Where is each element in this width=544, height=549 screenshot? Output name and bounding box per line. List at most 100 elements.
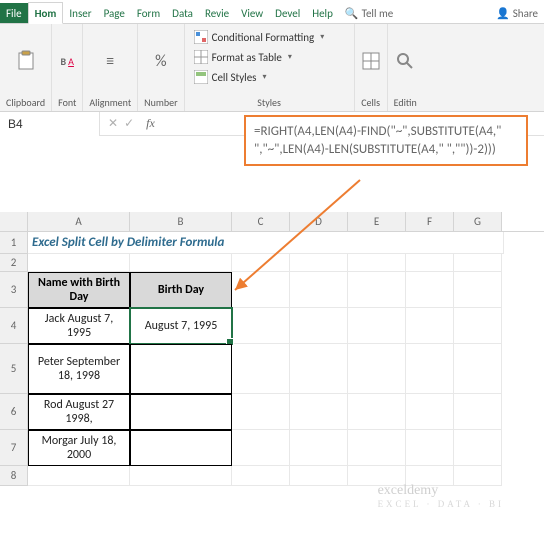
header-birthday[interactable]: Birth Day (130, 272, 232, 308)
tab-file[interactable]: File (0, 3, 28, 23)
cell-C6[interactable] (232, 394, 290, 430)
share-icon: 👤 (496, 7, 510, 20)
cell-D8[interactable] (290, 466, 348, 486)
cell-D6[interactable] (290, 394, 348, 430)
col-header-F[interactable]: F (406, 212, 454, 231)
tab-formulas[interactable]: Form (131, 3, 166, 23)
row-header-3[interactable]: 3 (0, 272, 28, 308)
cell-A7[interactable]: Morgar July 18, 2000 (28, 430, 130, 466)
format-as-table-button[interactable]: Format as Table▾ (191, 48, 348, 66)
tab-help[interactable]: Help (306, 3, 339, 23)
cell-E2[interactable] (348, 254, 406, 272)
cell-B4[interactable]: August 7, 1995 (130, 308, 232, 344)
row-header-2[interactable]: 2 (0, 254, 28, 272)
tab-home[interactable]: Hom (28, 2, 64, 24)
cell-C5[interactable] (232, 344, 290, 394)
group-cells[interactable]: Cells (355, 24, 388, 111)
cell-C4[interactable] (232, 308, 290, 344)
title-cell[interactable]: Excel Split Cell by Delimiter Formula (28, 232, 504, 254)
cell-E3[interactable] (348, 272, 406, 308)
cell-E6[interactable] (348, 394, 406, 430)
tab-view[interactable]: View (235, 3, 269, 23)
bold-icon[interactable]: B (61, 55, 67, 68)
cell-F5[interactable] (406, 344, 454, 394)
font-color-icon[interactable]: A (68, 55, 74, 68)
tab-page[interactable]: Page (98, 3, 131, 23)
select-all-corner[interactable] (0, 212, 28, 231)
cell-D5[interactable] (290, 344, 348, 394)
cell-E7[interactable] (348, 430, 406, 466)
cell-D4[interactable] (290, 308, 348, 344)
header-name-birthday[interactable]: Name with Birth Day (28, 272, 130, 308)
cell-G3[interactable] (454, 272, 502, 308)
tab-share[interactable]: 👤Share (490, 3, 544, 23)
watermark-sub: EXCEL · DATA · BI (378, 499, 504, 509)
cell-C3[interactable] (232, 272, 290, 308)
tab-insert[interactable]: Inser (63, 3, 97, 23)
col-header-G[interactable]: G (454, 212, 502, 231)
tab-tellme[interactable]: 🔍Tell me (339, 3, 399, 23)
cell-B6[interactable] (130, 394, 232, 430)
tab-data[interactable]: Data (166, 3, 199, 23)
ribbon: Clipboard B A Font ≡ Alignment % Number … (0, 24, 544, 112)
cancel-formula-icon[interactable]: ✕ (108, 116, 118, 131)
group-number[interactable]: % Number (138, 24, 184, 111)
formula-display[interactable]: =RIGHT(A4,LEN(A4)-FIND("~",SUBSTITUTE(A4… (244, 115, 528, 166)
row-header-7[interactable]: 7 (0, 430, 28, 466)
col-header-D[interactable]: D (290, 212, 348, 231)
enter-formula-icon[interactable]: ✓ (124, 116, 134, 131)
col-header-A[interactable]: A (28, 212, 130, 231)
number-label: Number (144, 94, 177, 109)
cell-F4[interactable] (406, 308, 454, 344)
cell-A8[interactable] (28, 466, 130, 486)
name-box[interactable] (0, 112, 100, 136)
cell-G5[interactable] (454, 344, 502, 394)
cell-D3[interactable] (290, 272, 348, 308)
cond-fmt-icon (194, 30, 208, 44)
spreadsheet-grid[interactable]: A B C D E F G 1 Excel Split Cell by Deli… (0, 212, 544, 486)
cell-styles-button[interactable]: Cell Styles▾ (191, 68, 348, 86)
cell-B7[interactable] (130, 430, 232, 466)
cell-G7[interactable] (454, 430, 502, 466)
cell-G6[interactable] (454, 394, 502, 430)
col-header-E[interactable]: E (348, 212, 406, 231)
cell-G2[interactable] (454, 254, 502, 272)
tab-review[interactable]: Revie (199, 3, 235, 23)
cell-F3[interactable] (406, 272, 454, 308)
cell-C2[interactable] (232, 254, 290, 272)
cell-D7[interactable] (290, 430, 348, 466)
row-header-5[interactable]: 5 (0, 344, 28, 394)
tab-developer[interactable]: Devel (269, 3, 306, 23)
cell-B5[interactable] (130, 344, 232, 394)
group-font[interactable]: B A Font (52, 24, 83, 111)
fx-icon[interactable]: fx (140, 116, 161, 131)
row-header-1[interactable]: 1 (0, 232, 28, 254)
cell-C7[interactable] (232, 430, 290, 466)
cell-A6[interactable]: Rod August 27 1998, (28, 394, 130, 430)
conditional-formatting-button[interactable]: Conditional Formatting▾ (191, 28, 348, 46)
cell-E5[interactable] (348, 344, 406, 394)
cell-B8[interactable] (130, 466, 232, 486)
cell-F2[interactable] (406, 254, 454, 272)
cell-F6[interactable] (406, 394, 454, 430)
cell-B2[interactable] (130, 254, 232, 272)
cell-A4[interactable]: Jack August 7, 1995 (28, 308, 130, 344)
search-icon: 🔍 (345, 7, 359, 20)
cell-F7[interactable] (406, 430, 454, 466)
row-header-8[interactable]: 8 (0, 466, 28, 486)
col-header-C[interactable]: C (232, 212, 290, 231)
group-clipboard[interactable]: Clipboard (0, 24, 52, 111)
editing-icon (395, 50, 415, 72)
cell-D2[interactable] (290, 254, 348, 272)
group-alignment[interactable]: ≡ Alignment (83, 24, 138, 111)
cell-C8[interactable] (232, 466, 290, 486)
group-editing[interactable]: Editin (388, 24, 423, 111)
cell-E4[interactable] (348, 308, 406, 344)
cell-G4[interactable] (454, 308, 502, 344)
row-header-6[interactable]: 6 (0, 394, 28, 430)
row-header-4[interactable]: 4 (0, 308, 28, 344)
cell-A2[interactable] (28, 254, 130, 272)
col-header-B[interactable]: B (130, 212, 232, 231)
table-icon (194, 50, 208, 64)
cell-A5[interactable]: Peter September 18, 1998 (28, 344, 130, 394)
